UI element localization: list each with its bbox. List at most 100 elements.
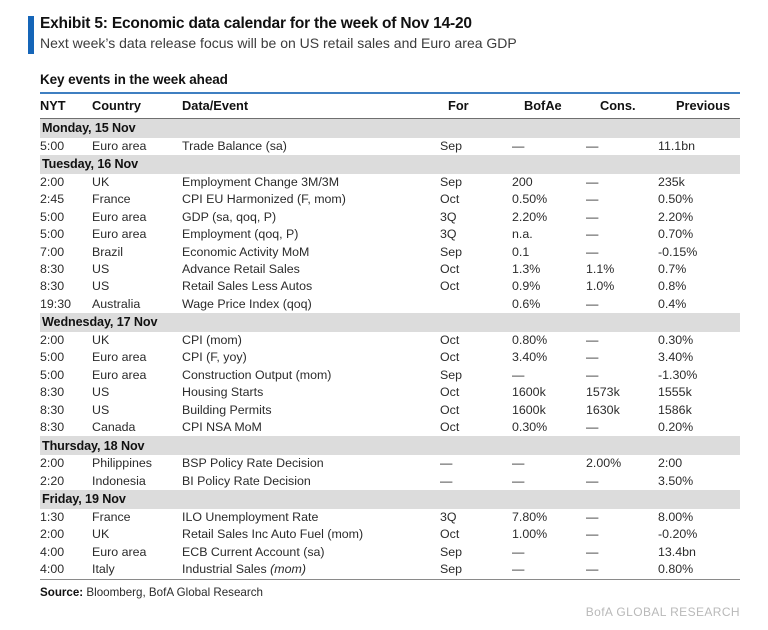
cell-event: Housing Starts — [182, 385, 264, 400]
cell-time: 2:00 — [40, 527, 65, 542]
cell-previous: 13.4bn — [658, 544, 696, 559]
cell-bofae: 0.6% — [512, 296, 541, 311]
cell-bofae: 0.50% — [512, 192, 548, 207]
cell-bofae: 1600k — [512, 385, 546, 400]
cell-time: 5:00 — [40, 227, 65, 242]
cell-event: CPI EU Harmonized (F, mom) — [182, 192, 346, 207]
cell-bofae: — — [512, 473, 525, 488]
column-header-previous: Previous — [658, 93, 740, 119]
cell-event: ECB Current Account (sa) — [182, 544, 325, 559]
cell-event: CPI (mom) — [182, 333, 242, 348]
cell-event: GDP (sa, qoq, P) — [182, 209, 277, 224]
economic-calendar-table: NYT Country Data/Event For BofAe Cons. P… — [40, 93, 740, 579]
cell-for — [440, 296, 512, 313]
cell-event-text: Industrial Sales — [182, 562, 271, 577]
table-row: 5:00 Euro area CPI (F, yoy) Oct 3.40% — 3.40% — [40, 349, 740, 366]
section-day-label: Tuesday, 16 Nov — [40, 154, 740, 174]
table-row: 7:00 Brazil Economic Activity MoM Sep 0.1 — -0… — [40, 243, 740, 260]
cell-previous: 3.50% — [658, 473, 694, 488]
cell-bofae: 0.9% — [512, 279, 541, 294]
cell-bofae: 7.80% — [512, 510, 548, 525]
cell-time: 5:00 — [40, 138, 65, 153]
cell-bofae: — — [512, 456, 525, 471]
header-row: NYT Country Data/Event For BofAe Cons. P… — [40, 93, 740, 119]
cell-country: Canada — [92, 419, 136, 434]
cell-previous: -1.30% — [658, 367, 698, 382]
source-label: Source: — [40, 586, 84, 599]
cell-cons: — — [586, 527, 599, 542]
cell-previous: 0.30% — [658, 333, 694, 348]
table-row: 5:00 Euro area GDP (sa, qoq, P) 3Q 2.20% — 2.2… — [40, 209, 740, 226]
cell-cons: — — [586, 419, 599, 434]
exhibit-title: Exhibit 5: Economic data calendar for th… — [40, 15, 472, 32]
cell-cons: 1630k — [586, 402, 620, 417]
cell-event: Industrial Sales (mom) — [182, 561, 440, 578]
section-header-row: Monday, 15 Nov — [40, 118, 740, 138]
cell-time: 4:00 — [40, 562, 65, 577]
section-day-label: Friday, 19 Nov — [40, 489, 740, 509]
cell-bofae: 200 — [512, 175, 533, 190]
table-row: 8:30 US Retail Sales Less Autos Oct 0.9% 1.0%… — [40, 278, 740, 295]
cell-time: 2:00 — [40, 333, 65, 348]
section-day-label: Wednesday, 17 Nov — [40, 312, 740, 332]
cell-previous: 2.20% — [658, 209, 694, 224]
cell-for: Oct — [440, 192, 460, 207]
cell-cons: — — [586, 333, 599, 348]
cell-for: 3Q — [440, 227, 457, 242]
cell-bofae: 0.30% — [512, 419, 548, 434]
table-bottom-rule — [40, 579, 740, 581]
column-header-cons: Cons. — [586, 93, 658, 119]
cell-cons: 2.00% — [586, 456, 622, 471]
cell-country: France — [92, 510, 131, 525]
cell-cons: — — [586, 350, 599, 365]
cell-country: Euro area — [92, 367, 147, 382]
table-row: 5:00 Euro area Trade Balance (sa) Sep — — 11.1… — [40, 138, 740, 155]
cell-country: Euro area — [92, 227, 147, 242]
cell-cons: 1.1% — [586, 261, 615, 276]
table-header: NYT Country Data/Event For BofAe Cons. P… — [40, 93, 740, 119]
table-row: 8:30 Canada CPI NSA MoM Oct 0.30% — 0.20% — [40, 419, 740, 436]
cell-cons: — — [586, 562, 599, 577]
cell-previous: 235k — [658, 175, 685, 190]
cell-time: 5:00 — [40, 209, 65, 224]
cell-previous: 0.50% — [658, 192, 694, 207]
cell-previous: 11.1bn — [658, 138, 695, 153]
cell-bofae: 0.1 — [512, 244, 530, 259]
column-header-bofae: BofAe — [512, 93, 586, 119]
cell-for: Oct — [440, 419, 460, 434]
table-row: 5:00 Euro area Construction Output (mom) Se… — [40, 367, 740, 384]
cell-cons: — — [586, 175, 599, 190]
cell-cons: — — [586, 209, 599, 224]
cell-previous: 0.70% — [658, 227, 694, 242]
cell-event: Employment Change 3M/3M — [182, 175, 340, 190]
exhibit-container: Exhibit 5: Economic data calendar for th… — [0, 0, 768, 630]
cell-previous: 0.4% — [658, 296, 687, 311]
cell-for: 3Q — [440, 510, 457, 525]
cell-for: Oct — [440, 333, 460, 348]
cell-for: Oct — [440, 350, 460, 365]
section-day-label: Monday, 15 Nov — [40, 118, 740, 138]
cell-bofae: 2.20% — [512, 209, 548, 224]
cell-for: Sep — [440, 544, 463, 559]
cell-bofae: — — [512, 544, 525, 559]
cell-event: Advance Retail Sales — [182, 261, 300, 276]
cell-for: Oct — [440, 261, 460, 276]
section-header-row: Wednesday, 17 Nov — [40, 312, 740, 332]
cell-bofae: — — [512, 367, 525, 382]
cell-for: Oct — [440, 402, 460, 417]
cell-time: 5:00 — [40, 367, 65, 382]
cell-for: — — [440, 473, 453, 488]
cell-for: Sep — [440, 138, 463, 153]
cell-cons: — — [586, 544, 599, 559]
column-header-event: Data/Event — [182, 93, 440, 119]
cell-country: Italy — [92, 562, 115, 577]
cell-bofae: 0.80% — [512, 333, 548, 348]
table-row: 4:00 Italy Industrial Sales (mom) Sep — —0.80… — [40, 561, 740, 578]
section-header-row: Tuesday, 16 Nov — [40, 154, 740, 174]
cell-cons: — — [586, 367, 599, 382]
accent-bar — [28, 16, 34, 54]
cell-country: Euro area — [92, 138, 147, 153]
cell-time: 2:00 — [40, 175, 65, 190]
cell-country: Philippines — [92, 456, 152, 471]
brandmark: BofA GLOBAL RESEARCH — [585, 605, 740, 619]
